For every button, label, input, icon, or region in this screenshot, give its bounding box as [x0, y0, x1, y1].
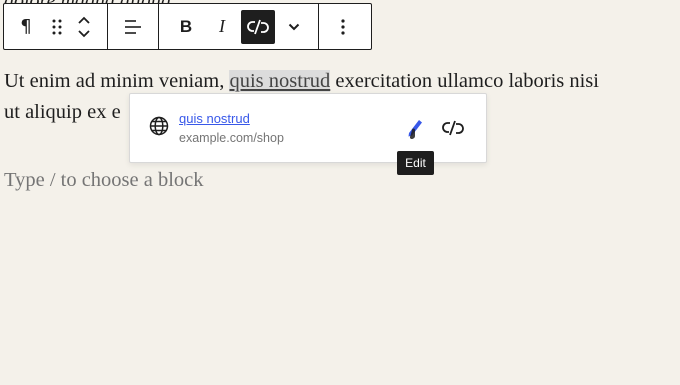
edit-tooltip: Edit [397, 151, 434, 175]
options-button[interactable] [326, 10, 360, 44]
block-movers [74, 10, 94, 44]
alignment-group [108, 4, 158, 49]
pencil-icon [408, 120, 422, 139]
more-vertical-icon [341, 18, 345, 35]
globe-icon [149, 116, 169, 141]
link-title[interactable]: quis nostrud [179, 111, 250, 126]
selected-link-text[interactable]: quis nostrud [229, 70, 331, 92]
chevron-down-icon [288, 23, 300, 30]
block-placeholder[interactable]: Type / to choose a block [4, 169, 204, 192]
move-down-icon[interactable] [77, 29, 91, 39]
paragraph-text-before: Ut enim ad minim veniam, [4, 70, 230, 92]
link-off-icon [442, 120, 464, 136]
link-off-icon [247, 19, 269, 34]
edit-link-button[interactable] [401, 114, 429, 142]
paragraph-text-after: exercitation ullamco laboris nisi [330, 70, 599, 92]
paragraph-text-line2: ut aliquip ex e [4, 101, 121, 123]
italic-button[interactable]: I [205, 10, 239, 44]
more-formatting-button[interactable] [277, 10, 311, 44]
remove-link-button[interactable] [439, 114, 467, 142]
formatting-group: B I [159, 4, 316, 49]
options-group [319, 4, 361, 49]
block-controls: ¶ [4, 4, 100, 49]
bold-button[interactable]: B [169, 10, 203, 44]
paragraph-block-icon[interactable]: ¶ [9, 10, 43, 44]
unlink-button[interactable] [241, 9, 275, 44]
move-up-icon[interactable] [77, 15, 91, 25]
link-url: example.com/shop [179, 131, 284, 145]
drag-handle-icon[interactable] [45, 10, 69, 44]
align-left-icon[interactable] [116, 10, 150, 44]
block-toolbar: ¶ B I [3, 3, 372, 50]
